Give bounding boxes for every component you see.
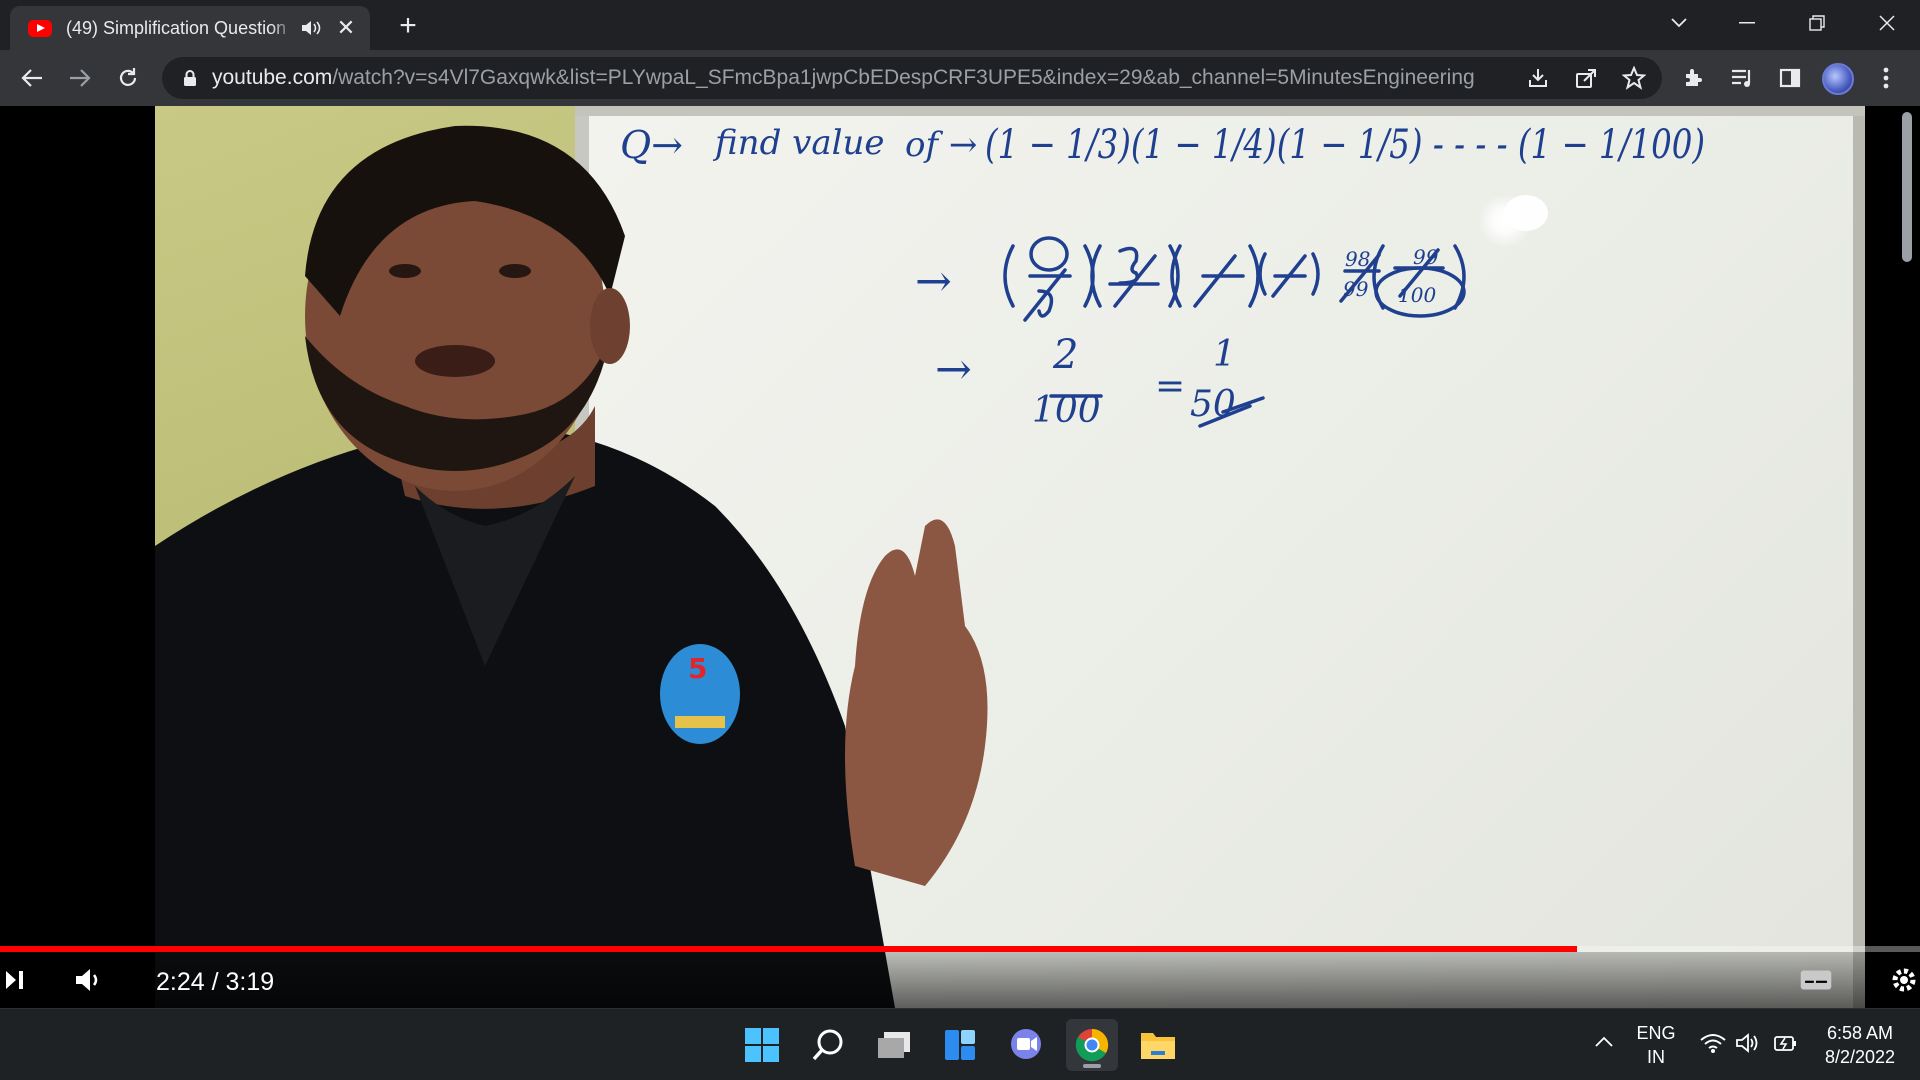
time-display: 2:24 / 3:19 bbox=[156, 968, 275, 996]
file-explorer-icon[interactable] bbox=[1132, 1019, 1184, 1071]
speaker-icon[interactable] bbox=[1736, 1033, 1760, 1058]
bookmark-star-icon[interactable] bbox=[1622, 66, 1646, 90]
chrome-icon[interactable] bbox=[1066, 1019, 1118, 1071]
tab-close-icon[interactable]: ✕ bbox=[336, 15, 356, 41]
media-control-icon[interactable] bbox=[1728, 64, 1756, 92]
show-hidden-icons-icon[interactable] bbox=[1594, 1035, 1614, 1053]
url-host: youtube.com bbox=[212, 66, 333, 89]
player-controls: 2:24 / 3:19 bbox=[0, 952, 1920, 1008]
back-icon[interactable] bbox=[16, 62, 48, 94]
share-icon[interactable] bbox=[1574, 66, 1598, 90]
restore-icon[interactable] bbox=[1786, 0, 1848, 46]
browser-tab[interactable]: (49) Simplification Question ✕ bbox=[10, 6, 370, 50]
side-panel-icon[interactable] bbox=[1776, 64, 1804, 92]
chrome-menu-icon[interactable] bbox=[1872, 64, 1900, 92]
tab-search-icon[interactable] bbox=[1648, 0, 1710, 46]
shirt-logo-digit: 5 bbox=[688, 652, 707, 685]
language-indicator[interactable]: ENG IN bbox=[1630, 1021, 1682, 1069]
profile-avatar[interactable] bbox=[1822, 63, 1854, 95]
url-text[interactable]: youtube.com/watch?v=s4Vl7Gaxqwk&list=PLY… bbox=[212, 66, 1475, 90]
minimize-icon[interactable] bbox=[1716, 0, 1778, 46]
presenter: 5 bbox=[155, 125, 988, 1008]
close-window-icon[interactable] bbox=[1856, 0, 1918, 46]
clock-time: 6:58 AM bbox=[1826, 1023, 1894, 1043]
battery-icon[interactable] bbox=[1772, 1033, 1798, 1058]
reload-icon[interactable] bbox=[112, 62, 144, 94]
video-frame: Q→ find value of → (1 − 1/3)(1 − 1/4)(1 … bbox=[155, 106, 1865, 1008]
language-code: ENG bbox=[1636, 1023, 1676, 1043]
audio-playing-icon[interactable] bbox=[300, 18, 322, 38]
browser-toolbar: youtube.com/watch?v=s4Vl7Gaxqwk&list=PLY… bbox=[0, 50, 1920, 106]
url-path: /watch?v=s4Vl7Gaxqwk&list=PLYwpaL_SFmcBp… bbox=[332, 66, 1475, 89]
address-bar[interactable]: youtube.com/watch?v=s4Vl7Gaxqwk&list=PLY… bbox=[162, 57, 1662, 99]
windows-taskbar: ENG IN 6:58 AM 8/2/2022 bbox=[0, 1008, 1920, 1080]
next-video-icon[interactable] bbox=[0, 964, 32, 996]
install-app-icon[interactable] bbox=[1526, 66, 1550, 90]
windows-start-icon[interactable] bbox=[736, 1019, 788, 1071]
extensions-icon[interactable] bbox=[1680, 64, 1708, 92]
lock-icon[interactable] bbox=[180, 68, 200, 88]
tab-title: (49) Simplification Question bbox=[66, 17, 287, 38]
forward-icon[interactable] bbox=[64, 62, 96, 94]
teams-chat-icon[interactable] bbox=[1000, 1019, 1052, 1071]
clock-date: 8/2/2022 bbox=[1824, 1047, 1896, 1067]
system-clock[interactable]: 6:58 AM 8/2/2022 bbox=[1810, 1021, 1910, 1069]
new-tab-button[interactable]: + bbox=[392, 10, 424, 42]
widgets-icon[interactable] bbox=[934, 1019, 986, 1071]
language-region: IN bbox=[1647, 1047, 1665, 1067]
search-icon[interactable] bbox=[802, 1019, 854, 1071]
wifi-icon[interactable] bbox=[1700, 1033, 1726, 1058]
page-scrollbar[interactable] bbox=[1902, 112, 1912, 262]
video-player[interactable]: Q→ find value of → (1 − 1/3)(1 − 1/4)(1 … bbox=[0, 106, 1920, 1008]
subtitles-icon[interactable] bbox=[1800, 964, 1832, 996]
volume-icon[interactable] bbox=[74, 964, 106, 996]
settings-gear-icon[interactable] bbox=[1888, 964, 1920, 996]
youtube-icon bbox=[28, 19, 52, 37]
task-view-icon[interactable] bbox=[868, 1019, 920, 1071]
browser-tab-bar: (49) Simplification Question ✕ + bbox=[0, 0, 1920, 50]
